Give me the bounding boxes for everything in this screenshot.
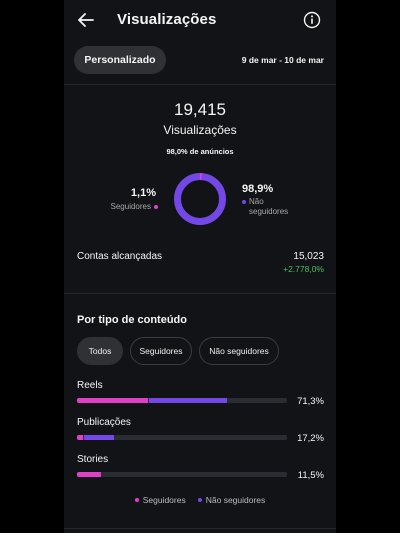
non-followers-label-text: Não seguidores	[249, 197, 289, 216]
divider	[64, 293, 336, 294]
content-row-bar	[77, 472, 287, 477]
content-row-percent: 71,3%	[297, 396, 324, 407]
views-screen: Visualizações Personalizado 9 de mar - 1…	[64, 0, 336, 533]
filter-non-followers[interactable]: Não seguidores	[199, 337, 279, 365]
header: Visualizações	[64, 0, 336, 40]
bar-followers-segment	[77, 435, 84, 440]
content-row-percent: 17,2%	[297, 433, 324, 444]
accounts-reached-delta: +2.778,0%	[283, 264, 324, 274]
followers-label-text: Seguidores	[110, 202, 151, 211]
legend: Seguidores Não seguidores	[64, 495, 336, 505]
followers-dot-icon	[154, 204, 158, 209]
content-type-title: Por tipo de conteúdo	[77, 314, 187, 326]
non-followers-percent: 98,9%	[242, 183, 274, 195]
followers-percent: 1,1%	[130, 187, 156, 199]
filter-all[interactable]: Todos	[77, 337, 123, 365]
bar-followers-segment	[77, 472, 102, 477]
info-icon[interactable]	[303, 11, 321, 29]
content-row-label: Stories	[77, 454, 109, 465]
bar-non-followers-segment	[84, 435, 114, 440]
legend-followers: Seguidores	[134, 495, 186, 505]
legend-non-followers: Não seguidores	[197, 495, 265, 505]
page-title: Visualizações	[117, 11, 217, 28]
content-row-label: Publicações	[77, 417, 131, 428]
legend-followers-dot-icon	[134, 498, 139, 502]
donut-non-followers-segment	[174, 173, 226, 225]
content-row-percent: 11,5%	[297, 470, 324, 481]
divider	[64, 84, 336, 85]
legend-non-followers-dot-icon	[197, 498, 202, 502]
content-row-label: Reels	[77, 380, 103, 391]
accounts-reached-value: 15,023	[293, 251, 324, 262]
ads-note: 98,0% de anúncios	[166, 147, 234, 156]
non-followers-dot-icon	[242, 200, 246, 204]
views-donut-chart	[174, 173, 226, 225]
followers-label: Seguidores	[111, 202, 158, 211]
views-label: Visualizações	[163, 123, 237, 137]
back-arrow-icon[interactable]	[76, 10, 96, 30]
views-total: 19,415	[174, 100, 226, 119]
content-row-bar	[77, 398, 287, 403]
bar-followers-segment	[77, 398, 149, 403]
bar-non-followers-segment	[149, 398, 228, 403]
divider	[64, 528, 336, 529]
filter-followers[interactable]: Seguidores	[130, 337, 192, 365]
accounts-reached-label: Contas alcançadas	[77, 251, 163, 262]
custom-range-button[interactable]: Personalizado	[74, 46, 166, 74]
content-row-bar	[77, 435, 287, 440]
date-range: 9 de mar - 10 de mar	[241, 55, 324, 65]
non-followers-label: Não seguidores	[242, 197, 288, 217]
